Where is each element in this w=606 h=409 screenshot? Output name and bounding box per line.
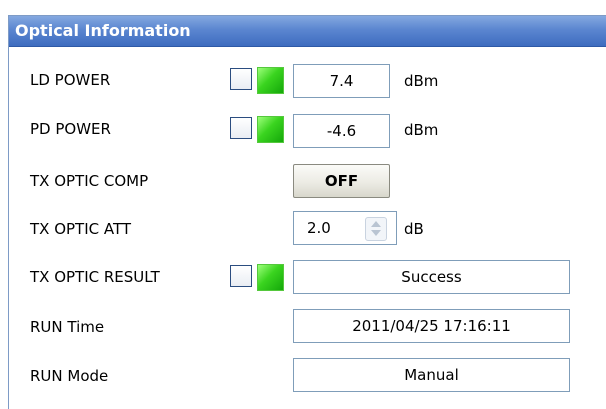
tx-optic-result-indicator-on — [257, 264, 284, 291]
tx-optic-result-label: TX OPTIC RESULT — [30, 268, 160, 286]
tx-optic-result-indicator-off — [230, 265, 252, 287]
pd-power-label: PD POWER — [30, 120, 111, 138]
run-time-label: RUN Time — [30, 318, 105, 336]
ld-power-indicator-off — [230, 68, 252, 90]
tx-optic-comp-toggle-button[interactable]: OFF — [293, 164, 390, 198]
tx-optic-att-label: TX OPTIC ATT — [30, 220, 132, 238]
pd-power-indicator-off — [230, 117, 252, 139]
pd-power-unit: dBm — [404, 121, 439, 139]
spin-up-arrow-icon[interactable] — [371, 221, 381, 227]
ld-power-label: LD POWER — [30, 71, 111, 89]
run-mode-value: Manual — [293, 358, 570, 392]
panel-title: Optical Information — [15, 21, 191, 40]
run-time-value: 2011/04/25 17:16:11 — [293, 309, 570, 343]
ld-power-value: 7.4 — [293, 64, 390, 98]
tx-optic-att-unit: dB — [404, 220, 424, 238]
pd-power-value: -4.6 — [293, 114, 390, 148]
tx-optic-att-spinbox[interactable]: 2.0 — [293, 211, 397, 245]
tx-optic-result-value: Success — [293, 260, 570, 294]
ld-power-unit: dBm — [404, 72, 439, 90]
spin-buttons[interactable] — [365, 217, 387, 241]
spin-down-arrow-icon[interactable] — [371, 230, 381, 236]
tx-optic-att-value[interactable]: 2.0 — [307, 219, 331, 237]
panel-title-bar: Optical Information — [9, 16, 606, 47]
ld-power-indicator-on — [257, 67, 284, 94]
tx-optic-comp-label: TX OPTIC COMP — [30, 172, 149, 190]
run-mode-label: RUN Mode — [30, 367, 109, 385]
pd-power-indicator-on — [257, 116, 284, 143]
